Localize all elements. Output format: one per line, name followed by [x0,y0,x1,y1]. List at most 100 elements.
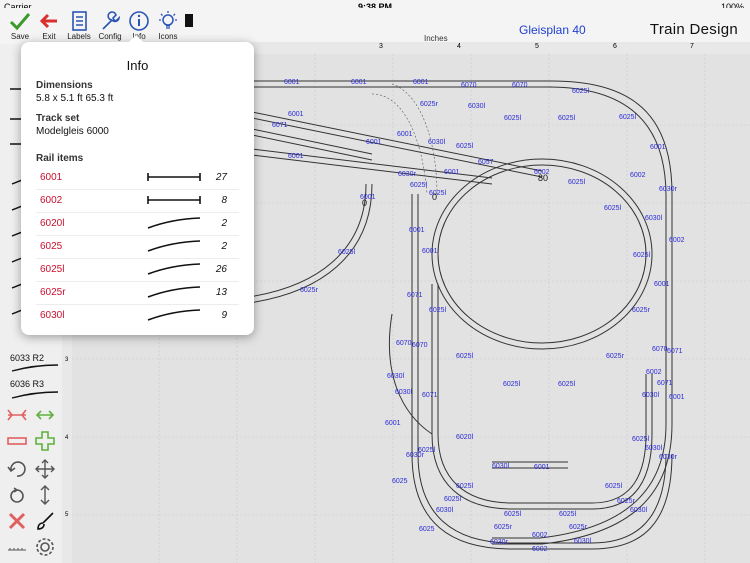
track-label: 6001 [534,464,550,471]
labels-label: Labels [67,32,91,41]
palette-item-6033-r2[interactable]: 6033 R2 [10,353,44,363]
rail-item-name: 6020l [40,218,65,229]
track-label: 6001 [650,144,666,151]
save-button[interactable]: Save [5,10,35,41]
remove-icon[interactable] [6,430,28,452]
exit-button[interactable]: Exit [34,10,64,41]
track-label: 6025l [410,182,428,189]
rail-item-count: 2 [221,241,227,252]
icons-button[interactable]: Icons [153,10,183,41]
settings-gear-icon[interactable] [34,536,56,558]
curve-track-icon [147,263,201,275]
track-label: 6030l [645,215,663,222]
rail-item-count: 27 [215,172,227,183]
trackset-value: Modelgleis 6000 [36,126,109,137]
track-label: 6070 [461,82,477,89]
track-label: 6025r [300,287,319,294]
track-label: 6030l [645,445,663,452]
info-popover: Info Dimensions 5.8 x 5.1 ft 65.3 ft Tra… [21,35,254,335]
rail-item-row: 6025 2 [36,236,239,259]
lightbulb-icon [159,11,177,29]
rail-item-name: 6002 [40,195,63,206]
track-label: 6030r [659,454,678,461]
exit-label: Exit [42,32,56,41]
track-label: 6001 [284,79,300,86]
straight-track-icon [147,196,201,204]
track-label: 6030l [574,538,592,545]
curve-track-icon [147,240,201,252]
ruler-tool-icon[interactable] [6,536,28,558]
vertical-resize-icon[interactable] [34,484,56,506]
track-label: 6001 [288,111,304,118]
icons-label: Icons [158,32,178,41]
track-label: 6002 [669,237,685,244]
track-label: 6030r [398,171,417,178]
rail-item-name: 6030l [40,310,65,321]
track-label: 6025r [632,307,651,314]
config-button[interactable]: Config [95,10,125,41]
track-label: 6025l [558,115,576,122]
dimensions-value: 5.8 x 5.1 ft 65.3 ft [36,93,114,104]
join-tracks-icon[interactable] [6,404,28,426]
wrench-icon [102,11,121,30]
track-label: 6025l [338,249,356,256]
rail-item-row: 6020l 2 [36,213,239,236]
undo-icon[interactable] [6,458,28,480]
popover-arrow [128,35,144,43]
track-label: 6030l [630,507,648,514]
track-label: 6025r [420,101,439,108]
track-label: 6001 [366,139,382,146]
config-label: Config [98,32,122,41]
app-title: Train Design [649,21,738,38]
track-label: 6025l [456,353,474,360]
rail-item-name: 6025 [40,241,63,252]
trackset-heading: Track set [36,113,80,124]
paintbrush-icon[interactable] [34,510,56,532]
track-label: 6030r [406,452,425,459]
rail-item-row: 6001 27 [36,167,239,190]
curve-track-icon [147,286,201,298]
track-label: 6071 [667,348,683,355]
ruler-tick: 5 [535,43,539,50]
track-label: 6071 [272,122,288,129]
track-label: 6025l [619,114,637,121]
rail-item-row: 6002 8 [36,190,239,213]
rail-item-row: 6025r 13 [36,282,239,305]
track-label: 6070 [512,82,528,89]
toolbar: Save Exit Labels Config Info Icons Gleis… [0,8,750,44]
rail-item-row: 6030l 9 [36,305,239,327]
info-icon [129,11,149,31]
track-label: 6001 [288,153,304,160]
track-label: 6025l [604,205,622,212]
track-label: 6070 [412,342,428,349]
add-icon[interactable] [34,430,56,452]
track-label: 6025r [569,524,588,531]
dimensions-heading: Dimensions [36,80,93,91]
track-label: 6025l [633,252,651,259]
ruler-tick: 3 [65,357,69,363]
plan-title[interactable]: Gleisplan 40 [519,23,586,37]
document-icon [72,11,87,31]
track-label: 6001 [409,227,425,234]
track-label: 0 [432,192,437,202]
rotate-icon[interactable] [6,484,28,506]
palette-item-6036-r3[interactable]: 6036 R3 [10,379,44,389]
track-label: 6025l [456,143,474,150]
track-label: 6001 [351,79,367,86]
stretch-icon[interactable] [34,404,56,426]
track-label: 6001 [444,169,460,176]
track-label: 6030l [395,389,413,396]
delete-icon[interactable] [6,510,28,532]
move-icon[interactable] [34,458,56,480]
track-label: 6025l [605,483,623,490]
checkmark-icon [9,13,31,31]
track-label: 6001 [413,79,429,86]
popover-title: Info [126,58,149,73]
rail-item-name: 6001 [40,172,63,183]
labels-button[interactable]: Labels [64,10,94,41]
curve-track-icon [11,391,59,399]
rail-item-row: 6025l 26 [36,259,239,282]
curve-track-icon [147,309,201,321]
color-swatch[interactable] [185,14,193,27]
track-label: 6030l [492,463,510,470]
